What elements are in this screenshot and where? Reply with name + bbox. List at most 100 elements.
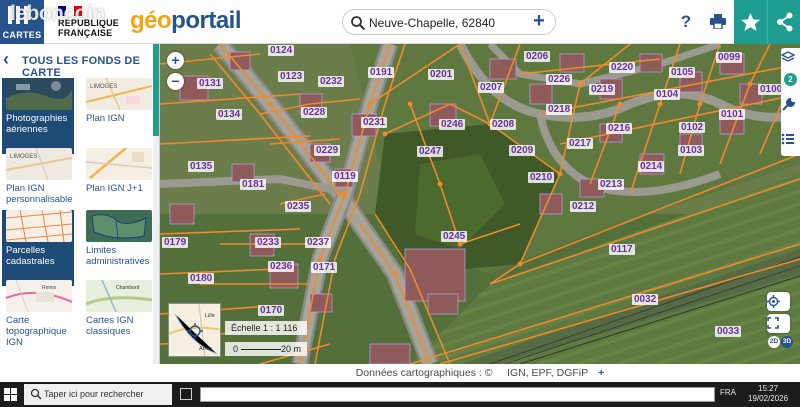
list-icon: [781, 133, 794, 145]
language-indicator[interactable]: FRA: [720, 388, 736, 397]
parcel-label[interactable]: 0131: [197, 78, 224, 89]
windows-start-button[interactable]: [4, 388, 18, 402]
share-icon: [777, 12, 793, 32]
print-button[interactable]: [702, 0, 734, 44]
layer-thumbnail: LIMOGES: [6, 148, 72, 180]
parcel-label[interactable]: 0236: [268, 261, 295, 272]
fullscreen-button[interactable]: [767, 314, 790, 333]
scale-line: [241, 349, 281, 350]
parcel-label[interactable]: 0179: [162, 237, 189, 248]
clock[interactable]: 15:27 19/02/2026: [748, 384, 788, 404]
parcel-label[interactable]: 0180: [188, 273, 215, 284]
parcel-label[interactable]: 0033: [715, 326, 742, 337]
taskbar-app-area[interactable]: [200, 387, 715, 402]
share-button[interactable]: [767, 0, 800, 44]
parcel-label[interactable]: 0102: [679, 122, 706, 133]
zoom-out-button[interactable]: −: [167, 73, 184, 90]
overview-city-label: Lille: [205, 313, 215, 319]
geolocate-button[interactable]: [767, 292, 790, 311]
parcel-label[interactable]: 0119: [332, 171, 358, 182]
thumb-text: Reims: [42, 285, 57, 291]
parcel-label[interactable]: 0231: [361, 117, 388, 128]
parcel-label[interactable]: 0226: [546, 74, 573, 85]
layer-label: Plan IGN J+1: [86, 183, 143, 194]
attribution-expand-button[interactable]: +: [598, 367, 604, 379]
add-search-plus-icon[interactable]: +: [529, 11, 549, 32]
parcel-label[interactable]: 0135: [188, 161, 215, 172]
parcel-label[interactable]: 0247: [417, 146, 444, 157]
parcel-label[interactable]: 0099: [716, 52, 743, 63]
parcel-label[interactable]: 0171: [311, 262, 338, 273]
tools-button[interactable]: [781, 92, 800, 118]
legend-button[interactable]: [781, 126, 800, 152]
scale-zero: 0: [233, 344, 239, 354]
parcel-label[interactable]: 0246: [439, 119, 466, 130]
layer-thumbnail: [6, 210, 72, 242]
parcel-label[interactable]: 0208: [490, 119, 517, 130]
parcel-label[interactable]: 0170: [258, 305, 285, 316]
parcel-label[interactable]: 0219: [589, 84, 616, 95]
clock-date: 19/02/2026: [748, 394, 789, 403]
overview-city-label: Arras: [199, 346, 213, 352]
thumb-text: LIMOGES: [90, 84, 117, 90]
parcel-label[interactable]: 0235: [285, 201, 312, 212]
task-view-icon[interactable]: [180, 388, 192, 400]
parcel-label[interactable]: 0245: [441, 231, 468, 242]
parcel-label[interactable]: 0105: [669, 67, 696, 78]
layer-label: Limites administratives: [86, 245, 150, 267]
attribution-text: Données cartographiques : © IGN, EPF, DG…: [355, 367, 589, 379]
parcel-label[interactable]: 0212: [570, 201, 597, 212]
view-3d-toggle[interactable]: 3D: [781, 336, 793, 348]
crosshair-icon: [767, 295, 780, 308]
parcel-label[interactable]: 0181: [240, 179, 267, 190]
view-2d-toggle[interactable]: 2D: [768, 336, 780, 348]
basemap-panel: ‹ TOUS LES FONDS DE CARTE Photographies …: [0, 44, 160, 364]
parcel-label[interactable]: 0220: [609, 62, 636, 73]
geoportail-logo[interactable]: géoportail: [130, 7, 242, 35]
parcel-label[interactable]: 0206: [524, 51, 551, 62]
favorite-button[interactable]: [734, 0, 767, 44]
overview-map[interactable]: Lille Arras: [168, 303, 221, 357]
layers-manager-button[interactable]: [781, 48, 800, 74]
search-icon[interactable]: [350, 15, 366, 31]
layer-carte-topographique-ign[interactable]: Reims Carte topographique IGN: [2, 280, 74, 356]
parcel-label[interactable]: 0217: [567, 138, 594, 149]
scale-distance: 20 m: [280, 344, 301, 354]
layer-plan-ign[interactable]: LIMOGES Plan IGN: [82, 78, 154, 154]
layer-cartes-ign-classiques[interactable]: Chambord Cartes IGN classiques: [82, 280, 154, 356]
parcel-label[interactable]: 0229: [314, 145, 341, 156]
parcel-label[interactable]: 0216: [606, 123, 633, 134]
parcel-label[interactable]: 0104: [654, 89, 681, 100]
parcel-label[interactable]: 0232: [318, 76, 345, 87]
parcel-label[interactable]: 0213: [598, 179, 625, 190]
parcel-label[interactable]: 0123: [278, 71, 305, 82]
parcel-label[interactable]: 0191: [368, 67, 395, 78]
printer-icon: [710, 14, 726, 30]
layer-limites-administratives[interactable]: Limites administratives: [82, 210, 154, 286]
search-input[interactable]: [369, 14, 519, 31]
taskbar-search-box[interactable]: Taper ici pour rechercher: [24, 384, 172, 405]
parcel-label[interactable]: 0124: [268, 45, 295, 56]
parcel-label[interactable]: 0207: [478, 82, 505, 93]
map-view[interactable]: 0124 0206 0099 0123 0232 0191 0201 0226 …: [160, 44, 800, 364]
overview-map-image: [169, 304, 220, 356]
parcel-label[interactable]: 0103: [678, 145, 705, 156]
parcel-label[interactable]: 0209: [509, 145, 536, 156]
layer-parcelles-cadastrales[interactable]: Parcelles cadastrales: [2, 210, 74, 286]
parcel-label[interactable]: 0210: [528, 172, 555, 183]
parcel-label[interactable]: 0237: [305, 237, 332, 248]
parcel-label[interactable]: 0134: [216, 109, 243, 120]
parcel-label[interactable]: 0214: [638, 161, 665, 172]
parcel-label[interactable]: 0117: [609, 244, 635, 255]
parcel-label[interactable]: 0233: [255, 237, 282, 248]
layer-photographies-aeriennes[interactable]: Photographies aériennes: [2, 78, 74, 154]
parcel-label[interactable]: 0101: [719, 109, 746, 120]
back-chevron-icon[interactable]: ‹: [3, 50, 17, 68]
parcel-label[interactable]: 0032: [632, 294, 659, 305]
taskbar-search-text: Taper ici pour rechercher: [44, 389, 144, 399]
help-button[interactable]: ?: [670, 0, 702, 44]
parcel-label[interactable]: 0201: [428, 69, 455, 80]
parcel-label[interactable]: 0218: [546, 104, 573, 115]
zoom-in-button[interactable]: +: [167, 52, 184, 69]
parcel-label[interactable]: 0228: [301, 107, 328, 118]
